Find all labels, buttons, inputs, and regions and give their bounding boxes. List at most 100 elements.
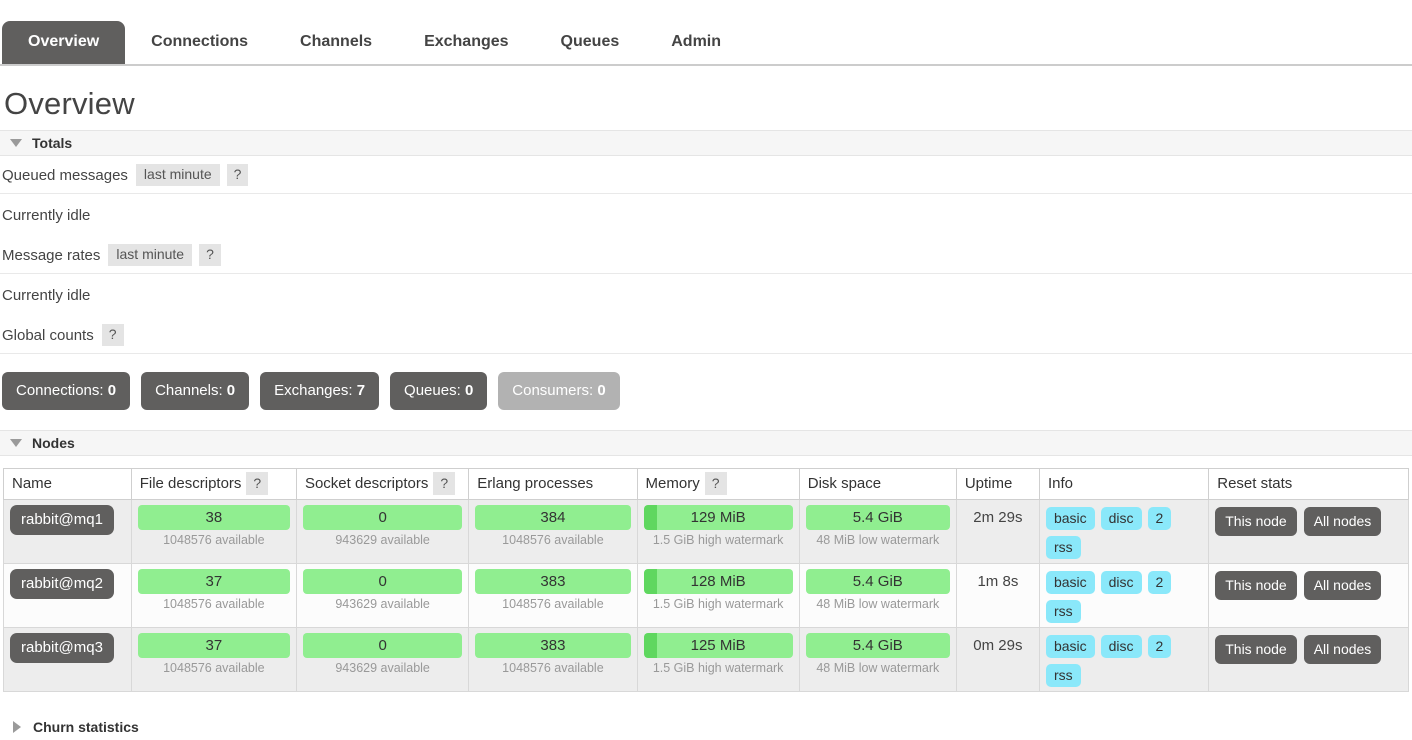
cell-reset-stats: This node All nodes [1208,563,1409,628]
global-counts-help-icon[interactable]: ? [101,324,124,346]
cell-file-descriptors: 37 1048576 available [130,563,297,628]
queued-messages-status: Currently idle [2,207,91,224]
metric-subtext: 1048576 available [502,533,604,547]
metric-bar: 38 [137,505,290,530]
cell-memory: 129 MiB 1.5 GiB high watermark [636,499,800,564]
global-count-value: 7 [356,382,366,399]
metric-value: 5.4 GiB [852,637,903,654]
column-header-label: Erlang processes [477,475,594,492]
totals-section-header[interactable]: Totals [0,130,1412,156]
reset-all-nodes-button[interactable]: All nodes [1303,635,1382,664]
cell-info: basic disc 2 rss [1038,499,1210,564]
metric-value: 0 [378,509,387,526]
message-rates-label-row: Message rates last minute ? [0,236,1412,274]
info-tag[interactable]: rss [1045,600,1081,623]
nodes-column-header-info: Info [1038,468,1210,500]
info-tag[interactable]: disc [1100,507,1142,530]
cell-socket-descriptors: 0 943629 available [295,627,470,692]
nodes-column-header-file-descriptors: File descriptors? [130,468,297,500]
metric-value: 383 [540,637,566,654]
info-tag[interactable]: basic [1045,507,1095,530]
info-tag[interactable]: disc [1100,571,1142,594]
message-rates-help-icon[interactable]: ? [199,244,221,266]
node-name-link[interactable]: rabbit@mq3 [10,633,114,663]
cell-reset-stats: This node All nodes [1208,627,1409,692]
info-tag[interactable]: 2 [1147,635,1172,658]
queued-messages-period-chip[interactable]: last minute [135,164,220,186]
reset-all-nodes-button[interactable]: All nodes [1303,571,1382,600]
metric-bar: 0 [302,505,463,530]
metric-bar: 5.4 GiB [805,505,950,530]
reset-all-nodes-button[interactable]: All nodes [1303,507,1382,536]
metric-value: 129 MiB [690,509,746,526]
column-help-icon[interactable]: ? [433,472,456,495]
global-count-label: Channels: [155,382,223,399]
info-tag-group: basic disc 2 rss [1045,569,1202,623]
metric-subtext: 1.5 GiB high watermark [652,661,784,675]
metric-value: 5.4 GiB [852,573,903,590]
global-count-queues-button[interactable]: Queues: 0 [390,372,488,410]
info-tag[interactable]: rss [1045,664,1081,687]
info-tag[interactable]: disc [1100,635,1142,658]
nodes-column-header-uptime: Uptime [955,468,1040,500]
column-help-icon[interactable]: ? [246,472,269,495]
metric-bar-wrapper: 37 1048576 available [137,569,290,611]
cell-info: basic disc 2 rss [1038,627,1210,692]
metric-subtext: 943629 available [335,597,430,611]
metric-bar: 0 [302,633,463,658]
table-row: rabbit@mq3 37 1048576 available 0 943629 ava… [3,627,1409,692]
tab-overview[interactable]: Overview [2,21,126,64]
global-count-channels-button[interactable]: Channels: 0 [141,372,250,410]
metric-subtext: 48 MiB low watermark [816,533,940,547]
global-count-value: 0 [464,382,474,399]
metric-bar-wrapper: 129 MiB 1.5 GiB high watermark [643,505,793,547]
uptime-value: 2m 29s [973,509,1023,526]
metric-value: 5.4 GiB [852,509,903,526]
metric-subtext: 48 MiB low watermark [816,597,940,611]
queued-messages-block: Queued messages last minute ? Currently … [0,156,1412,236]
cell-file-descriptors: 37 1048576 available [130,627,297,692]
metric-bar-wrapper: 383 1048576 available [475,633,631,675]
global-count-consumers-button: Consumers: 0 [498,372,620,410]
nodes-section-header[interactable]: Nodes [0,430,1412,456]
reset-this-node-button[interactable]: This node [1215,507,1297,536]
info-tag[interactable]: 2 [1147,571,1172,594]
cell-memory: 125 MiB 1.5 GiB high watermark [636,627,800,692]
metric-bar-fill [643,569,657,594]
metric-subtext: 48 MiB low watermark [816,661,940,675]
cell-erlang-processes: 383 1048576 available [468,563,638,628]
info-tag[interactable]: basic [1045,571,1095,594]
metric-bar-wrapper: 0 943629 available [302,569,463,611]
global-count-connections-button[interactable]: Connections: 0 [2,372,131,410]
column-header-label: Socket descriptors [304,475,429,492]
reset-this-node-button[interactable]: This node [1215,635,1297,664]
metric-value: 383 [540,573,566,590]
tab-admin[interactable]: Admin [645,21,747,64]
tab-channels[interactable]: Channels [274,21,398,64]
tab-queues[interactable]: Queues [535,21,646,64]
reset-this-node-button[interactable]: This node [1215,571,1297,600]
queued-messages-help-icon[interactable]: ? [226,164,249,186]
metric-subtext: 1.5 GiB high watermark [652,597,784,611]
node-name-link[interactable]: rabbit@mq2 [10,569,114,599]
tab-connections[interactable]: Connections [125,21,274,64]
message-rates-period-chip[interactable]: last minute [108,244,193,266]
nodes-column-header-erlang-processes: Erlang processes [468,468,638,500]
global-count-value: 0 [107,382,117,399]
top-navigation-bar: Overview Connections Channels Exchanges Queu… [0,0,1412,66]
column-header-label: Disk space [807,475,882,492]
node-name-link[interactable]: rabbit@mq1 [10,505,114,535]
churn-statistics-section-header[interactable]: Churn statistics [0,714,1412,740]
metric-bar: 37 [137,569,290,594]
info-tag[interactable]: 2 [1147,507,1172,530]
tab-exchanges[interactable]: Exchanges [398,21,534,64]
global-count-exchanges-button[interactable]: Exchanges: 7 [260,372,380,410]
info-tag[interactable]: rss [1045,536,1081,559]
metric-subtext: 943629 available [335,661,430,675]
metric-bar: 129 MiB [643,505,793,530]
reset-stats-button-group: This node All nodes [1215,569,1402,600]
column-help-icon[interactable]: ? [704,472,727,495]
nodes-column-header-memory: Memory? [636,468,800,500]
table-row: rabbit@mq2 37 1048576 available 0 943629 ava… [3,563,1409,628]
info-tag[interactable]: basic [1045,635,1095,658]
